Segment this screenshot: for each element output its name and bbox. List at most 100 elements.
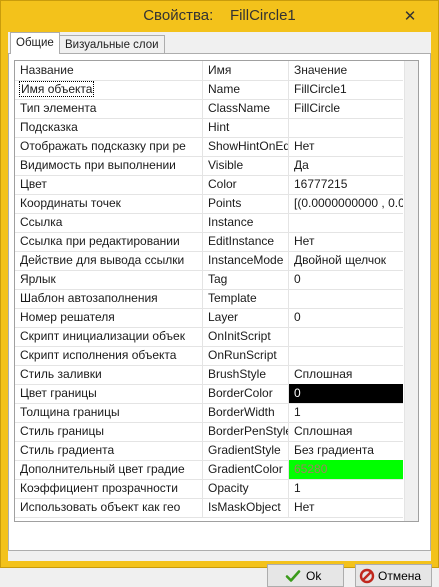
property-title-text: Скрипт инициализации объек xyxy=(20,329,185,343)
ok-button[interactable]: Ok xyxy=(267,564,344,587)
property-value[interactable]: Да xyxy=(289,156,403,175)
close-icon[interactable]: ✕ xyxy=(397,8,423,26)
property-value[interactable]: Нет xyxy=(289,232,403,251)
property-value[interactable]: Сплошная xyxy=(289,422,403,441)
property-value[interactable]: Двойной щелчок xyxy=(289,251,403,270)
table-row[interactable]: Дополнительный цвет градие GradientColor 6… xyxy=(15,460,403,480)
property-title: Ярлык xyxy=(15,270,203,289)
property-id: Color xyxy=(203,175,289,194)
table-row[interactable]: Скрипт исполнения объекта OnRunScript xyxy=(15,346,403,366)
properties-grid[interactable]: Название Имя Значение Имя объекта Name Fil… xyxy=(14,60,419,522)
table-row[interactable]: Толщина границы BorderWidth 1 xyxy=(15,403,403,423)
grid-scroll-area xyxy=(404,61,418,521)
property-value[interactable] xyxy=(289,213,403,232)
property-id: IsMaskObject xyxy=(203,498,289,517)
cancel-button-label: Отмена xyxy=(378,569,422,583)
property-title-text: Действие для вывода ссылки xyxy=(20,253,185,267)
property-id: OnInitScript xyxy=(203,327,289,346)
property-id: OnRunScript xyxy=(203,346,289,365)
cancel-button[interactable]: Отмена xyxy=(355,564,432,587)
window-title-object: FillCircle1 xyxy=(229,7,296,24)
table-row[interactable]: Тип элемента ClassName FillCircle xyxy=(15,99,403,119)
table-row[interactable]: Номер решателя Layer 0 xyxy=(15,308,403,328)
property-title: Подсказка xyxy=(15,118,203,137)
property-title: Дополнительный цвет градие xyxy=(15,460,203,479)
table-row[interactable]: Координаты точек Points [(0.0000000000 , 0… xyxy=(15,194,403,214)
property-title: Имя объекта xyxy=(15,80,203,99)
table-row[interactable]: Ссылка Instance xyxy=(15,213,403,233)
table-row[interactable]: Подсказка Hint xyxy=(15,118,403,138)
property-title-text: Отображать подсказку при ре xyxy=(20,139,186,153)
table-row[interactable]: Использовать объект как гео IsMaskObject Н… xyxy=(15,498,403,518)
property-title: Отображать подсказку при ре xyxy=(15,137,203,156)
header-name[interactable]: Название xyxy=(15,61,203,80)
title-bar[interactable]: Свойства: FillCircle1 ✕ xyxy=(1,1,438,32)
table-row[interactable]: Ссылка при редактировании EditInstance Нет xyxy=(15,232,403,252)
property-title: Толщина границы xyxy=(15,403,203,422)
property-value-color-swatch[interactable]: 0 xyxy=(289,384,403,403)
property-value[interactable] xyxy=(289,346,403,365)
property-id: InstanceMode xyxy=(203,251,289,270)
table-row[interactable]: Имя объекта Name FillCircle1 xyxy=(15,80,403,100)
tab-visual-layers[interactable]: Визуальные слои xyxy=(59,35,165,54)
property-id: EditInstance xyxy=(203,232,289,251)
property-title-text: Стиль заливки xyxy=(20,367,102,381)
property-id: Template xyxy=(203,289,289,308)
tab-general[interactable]: Общие xyxy=(10,32,60,54)
property-title: Номер решателя xyxy=(15,308,203,327)
property-value-color-swatch[interactable]: 65280 xyxy=(289,460,403,479)
table-row[interactable]: Коэффициент прозрачности Opacity 1 xyxy=(15,479,403,499)
property-value[interactable]: [(0.0000000000 , 0.00 xyxy=(289,194,403,213)
table-row[interactable]: Стиль границы BorderPenStyle Сплошная xyxy=(15,422,403,442)
property-title-text: Координаты точек xyxy=(20,196,121,210)
cancel-circle-icon xyxy=(359,568,375,584)
property-value[interactable] xyxy=(289,289,403,308)
properties-dialog: Свойства: FillCircle1 ✕ Общие Визуальные… xyxy=(0,0,439,587)
property-title: Координаты точек xyxy=(15,194,203,213)
property-title: Видимость при выполнении xyxy=(15,156,203,175)
property-value[interactable]: 0 xyxy=(289,270,403,289)
header-id[interactable]: Имя xyxy=(203,61,289,80)
property-title-text: Стиль градиента xyxy=(20,443,115,457)
property-title: Цвет xyxy=(15,175,203,194)
property-title: Ссылка при редактировании xyxy=(15,232,203,251)
table-row[interactable]: Цвет Color 16777215 xyxy=(15,175,403,195)
table-row[interactable]: Ярлык Tag 0 xyxy=(15,270,403,290)
property-value[interactable]: FillCircle xyxy=(289,99,403,118)
property-value[interactable]: FillCircle1 xyxy=(289,80,403,99)
property-value[interactable]: Нет xyxy=(289,137,403,156)
tab-strip: Общие Визуальные слои xyxy=(8,32,431,54)
header-value[interactable]: Значение xyxy=(289,61,403,80)
property-value[interactable]: 16777215 xyxy=(289,175,403,194)
window-title: Свойства: FillCircle1 xyxy=(1,7,438,24)
property-id: BorderColor xyxy=(203,384,289,403)
table-row[interactable]: Стиль заливки BrushStyle Сплошная xyxy=(15,365,403,385)
property-value[interactable] xyxy=(289,327,403,346)
property-title-text: Цвет xyxy=(20,177,47,191)
table-row[interactable]: Шаблон автозаполнения Template xyxy=(15,289,403,309)
table-row[interactable]: Видимость при выполнении Visible Да xyxy=(15,156,403,176)
property-value[interactable]: 0 xyxy=(289,308,403,327)
property-id: Layer xyxy=(203,308,289,327)
property-id: GradientStyle xyxy=(203,441,289,460)
property-value[interactable] xyxy=(289,118,403,137)
property-title-text: Коэффициент прозрачности xyxy=(20,481,178,495)
table-row[interactable]: Стиль градиента GradientStyle Без градиент… xyxy=(15,441,403,461)
property-title: Цвет границы xyxy=(15,384,203,403)
property-value[interactable]: Нет xyxy=(289,498,403,517)
property-id: ShowHintOnEdit xyxy=(203,137,289,156)
property-value[interactable]: Без градиента xyxy=(289,441,403,460)
property-value[interactable]: 1 xyxy=(289,479,403,498)
property-title: Действие для вывода ссылки xyxy=(15,251,203,270)
property-title-text: Имя объекта xyxy=(18,81,95,97)
table-row[interactable]: Скрипт инициализации объек OnInitScript xyxy=(15,327,403,347)
property-title-text: Скрипт исполнения объекта xyxy=(20,348,177,362)
table-row[interactable]: Действие для вывода ссылки InstanceMode Дв… xyxy=(15,251,403,271)
table-row[interactable]: Отображать подсказку при ре ShowHintOnEdi… xyxy=(15,137,403,157)
grid-header: Название Имя Значение xyxy=(15,61,403,81)
table-row[interactable]: Цвет границы BorderColor 0 xyxy=(15,384,403,404)
property-value[interactable]: 1 xyxy=(289,403,403,422)
property-title-text: Цвет границы xyxy=(20,386,97,400)
property-value[interactable]: Сплошная xyxy=(289,365,403,384)
property-title-text: Ярлык xyxy=(20,272,56,286)
